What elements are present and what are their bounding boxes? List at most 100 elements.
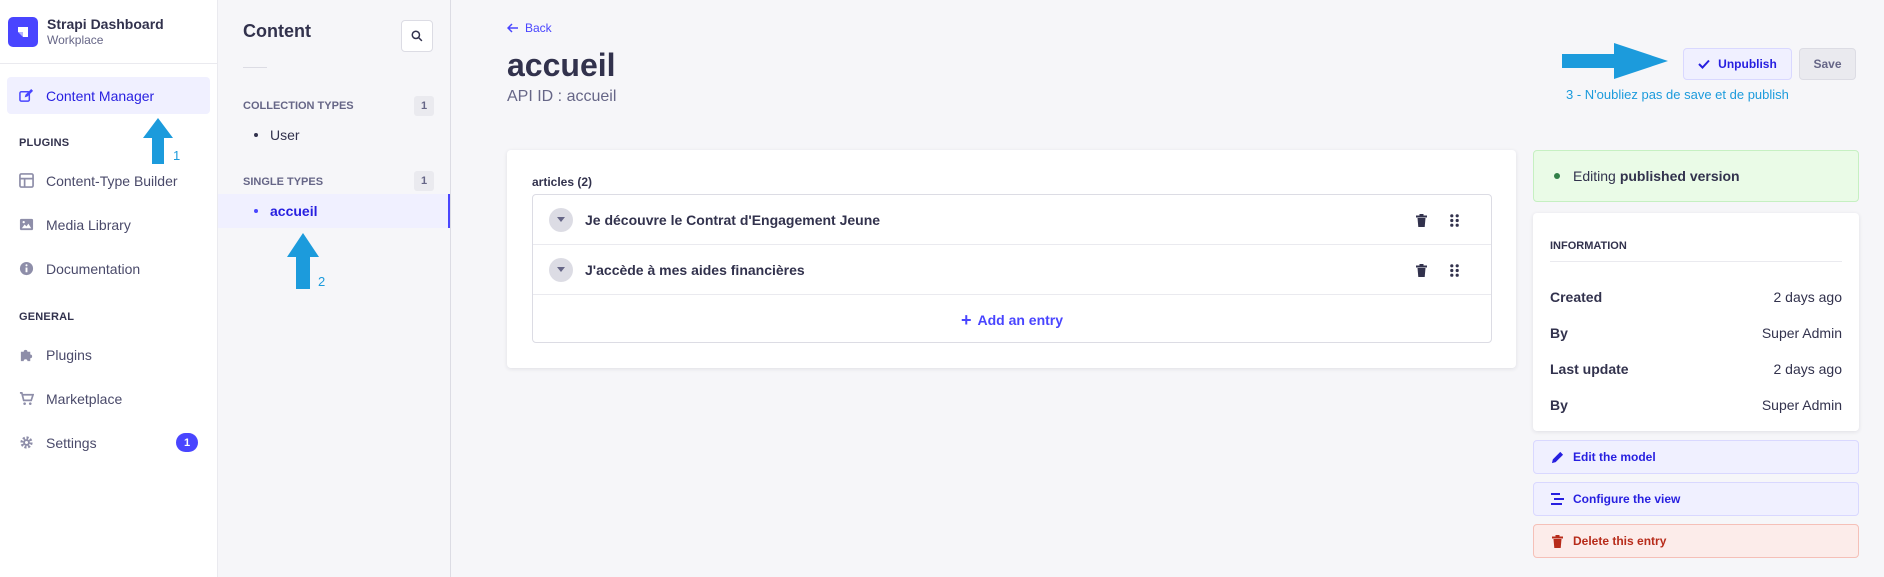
delete-entry-button[interactable]: Delete this entry bbox=[1533, 524, 1859, 558]
pencil-square-icon bbox=[18, 88, 34, 104]
single-types-label: SINGLE TYPES bbox=[243, 176, 324, 188]
search-icon bbox=[411, 30, 423, 42]
nav-label: Content Manager bbox=[46, 87, 155, 104]
brand[interactable]: Strapi Dashboard Workplace bbox=[0, 0, 217, 64]
caret-down-icon bbox=[557, 267, 565, 272]
plus-icon: + bbox=[960, 309, 972, 330]
divider bbox=[1550, 261, 1842, 262]
settings-badge: 1 bbox=[176, 433, 198, 452]
status-bold: published version bbox=[1619, 168, 1740, 184]
page-title: accueil bbox=[507, 47, 616, 83]
nav-marketplace[interactable]: Marketplace bbox=[7, 380, 210, 417]
image-icon bbox=[18, 217, 34, 233]
nav-label: Documentation bbox=[46, 260, 141, 277]
bullet bbox=[254, 209, 258, 213]
info-key: Last update bbox=[1550, 361, 1629, 377]
bullet bbox=[254, 133, 258, 137]
strapi-logo-icon bbox=[8, 16, 38, 47]
gear-icon bbox=[18, 435, 34, 451]
add-entry-label: Add an entry bbox=[977, 311, 1064, 328]
info-value: 2 days ago bbox=[1773, 361, 1843, 377]
subnav-item-accueil[interactable]: accueil bbox=[218, 194, 450, 228]
component-row-label: J'accède à mes aides financières bbox=[585, 261, 805, 278]
nav-label: Marketplace bbox=[46, 390, 123, 407]
search-button[interactable] bbox=[401, 20, 433, 52]
nav-settings[interactable]: Settings 1 bbox=[7, 424, 210, 461]
trash-icon bbox=[1550, 534, 1564, 548]
back-label: Back bbox=[525, 21, 552, 35]
caret-down-icon bbox=[557, 217, 565, 222]
content-subnav: Content COLLECTION TYPES 1 User SINGLE T… bbox=[218, 0, 451, 577]
information-card: INFORMATION Created 2 days ago By Super … bbox=[1533, 213, 1859, 431]
trash-icon[interactable] bbox=[1413, 261, 1429, 279]
component-row-label: Je découvre le Contrat d'Engagement Jeun… bbox=[585, 211, 881, 228]
info-value: 2 days ago bbox=[1773, 289, 1843, 305]
arrow-left-icon bbox=[507, 23, 518, 33]
publication-status: Editing published version bbox=[1533, 150, 1859, 202]
info-key: By bbox=[1550, 397, 1568, 413]
nav-documentation[interactable]: Documentation bbox=[7, 250, 210, 287]
unpublish-label: Unpublish bbox=[1718, 57, 1777, 71]
information-title: INFORMATION bbox=[1550, 240, 1627, 252]
save-button[interactable]: Save bbox=[1799, 48, 1856, 80]
info-row-created-by: By Super Admin bbox=[1550, 325, 1842, 341]
nav-label: Plugins bbox=[46, 346, 92, 363]
configure-view-button[interactable]: Configure the view bbox=[1533, 482, 1859, 516]
edit-model-button[interactable]: Edit the model bbox=[1533, 440, 1859, 474]
unpublish-button[interactable]: Unpublish bbox=[1683, 48, 1792, 80]
subnav-item-label: User bbox=[270, 127, 300, 143]
expand-toggle[interactable] bbox=[549, 207, 573, 232]
brand-title: Strapi Dashboard bbox=[47, 16, 164, 32]
status-prefix: Editing bbox=[1573, 168, 1616, 184]
nav-content-manager[interactable]: Content Manager bbox=[7, 77, 210, 114]
editor-card: articles (2) Je découvre le Contrat d'En… bbox=[507, 150, 1516, 368]
component-row[interactable]: Je découvre le Contrat d'Engagement Jeun… bbox=[533, 195, 1491, 245]
nav-label: Settings bbox=[46, 434, 97, 451]
info-icon bbox=[18, 261, 34, 277]
main-nav: Strapi Dashboard Workplace Content Manag… bbox=[0, 0, 218, 577]
configure-view-label: Configure the view bbox=[1573, 492, 1681, 506]
puzzle-icon bbox=[18, 347, 34, 363]
subnav-item-label: accueil bbox=[270, 203, 318, 219]
nav-plugins[interactable]: Plugins bbox=[7, 336, 210, 373]
drag-handle-icon[interactable] bbox=[1446, 211, 1462, 229]
annotation-arrow-up-icon bbox=[287, 233, 319, 289]
list-settings-icon bbox=[1550, 492, 1564, 506]
info-key: Created bbox=[1550, 289, 1603, 305]
status-dot bbox=[1554, 173, 1560, 179]
check-icon bbox=[1698, 59, 1710, 69]
single-types-count: 1 bbox=[414, 171, 434, 191]
expand-toggle[interactable] bbox=[549, 257, 573, 282]
back-link[interactable]: Back bbox=[507, 21, 552, 35]
subnav-item-user[interactable]: User bbox=[218, 118, 450, 152]
nav-content-type-builder[interactable]: Content-Type Builder bbox=[7, 162, 210, 199]
delete-entry-label: Delete this entry bbox=[1573, 534, 1667, 548]
nav-label: Content-Type Builder bbox=[46, 172, 178, 189]
info-row-updated-by: By Super Admin bbox=[1550, 397, 1842, 413]
annotation-arrow-right-icon bbox=[1562, 43, 1668, 79]
component-list: Je découvre le Contrat d'Engagement Jeun… bbox=[532, 194, 1492, 343]
info-value: Super Admin bbox=[1761, 397, 1842, 413]
info-value: Super Admin bbox=[1761, 325, 1842, 341]
field-label: articles (2) bbox=[532, 175, 593, 189]
collection-types-count: 1 bbox=[414, 96, 434, 116]
info-row-created: Created 2 days ago bbox=[1550, 289, 1842, 305]
nav-section-plugins: PLUGINS bbox=[19, 137, 70, 149]
info-row-last-update: Last update 2 days ago bbox=[1550, 361, 1842, 377]
brand-subtitle: Workplace bbox=[47, 33, 104, 47]
annotation-arrow-up-icon bbox=[143, 118, 173, 164]
add-entry-button[interactable]: + Add an entry bbox=[533, 296, 1491, 343]
drag-handle-icon[interactable] bbox=[1446, 261, 1462, 279]
annotation-number-1: 1 bbox=[173, 148, 181, 163]
pencil-icon bbox=[1550, 450, 1564, 464]
annotation-hint: 3 - N'oubliez pas de save et de publish bbox=[1566, 87, 1789, 102]
subnav-title: Content bbox=[243, 21, 311, 41]
collection-types-label: COLLECTION TYPES bbox=[243, 100, 354, 112]
annotation-number-2: 2 bbox=[318, 274, 326, 289]
nav-section-general: GENERAL bbox=[19, 311, 75, 323]
layout-icon bbox=[18, 173, 34, 189]
nav-media-library[interactable]: Media Library bbox=[7, 206, 210, 243]
nav-label: Media Library bbox=[46, 216, 131, 233]
component-row[interactable]: J'accède à mes aides financières bbox=[533, 245, 1491, 295]
trash-icon[interactable] bbox=[1413, 211, 1429, 229]
